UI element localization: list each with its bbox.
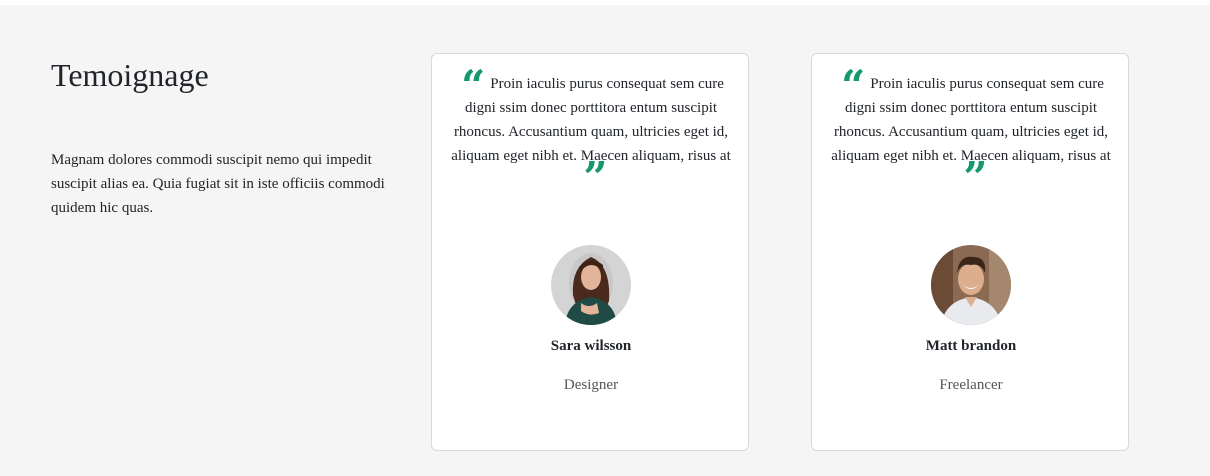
testimonial-card: “Proin iaculis purus consequat sem cure … xyxy=(431,53,749,451)
testimonial-quote: “Proin iaculis purus consequat sem cure … xyxy=(826,61,1116,202)
quote-text: Proin iaculis purus consequat sem cure d… xyxy=(831,76,1111,164)
person-name: Sara wilsson xyxy=(550,338,632,354)
avatar xyxy=(931,245,1011,325)
quote-text: Proin iaculis purus consequat sem cure d… xyxy=(451,76,731,164)
person-role: Freelancer xyxy=(939,377,1003,393)
quote-open-icon: “ xyxy=(841,61,865,110)
quote-close-icon: ” xyxy=(583,153,607,202)
quote-open-icon: “ xyxy=(461,61,485,110)
section-title: Temoignage xyxy=(51,57,209,93)
testimonial-card: “Proin iaculis purus consequat sem cure … xyxy=(811,53,1129,451)
testimonials-section: Temoignage Magnam dolores commodi suscip… xyxy=(0,5,1210,476)
person-role: Designer xyxy=(563,377,619,393)
section-description: Magnam dolores commodi suscipit nemo qui… xyxy=(51,152,385,216)
quote-close-icon: ” xyxy=(963,153,987,202)
woman-avatar-image xyxy=(551,245,631,325)
man-avatar-image xyxy=(931,245,1011,325)
testimonial-quote: “Proin iaculis purus consequat sem cure … xyxy=(446,61,736,202)
person-name: Matt brandon xyxy=(925,338,1017,354)
avatar xyxy=(551,245,631,325)
